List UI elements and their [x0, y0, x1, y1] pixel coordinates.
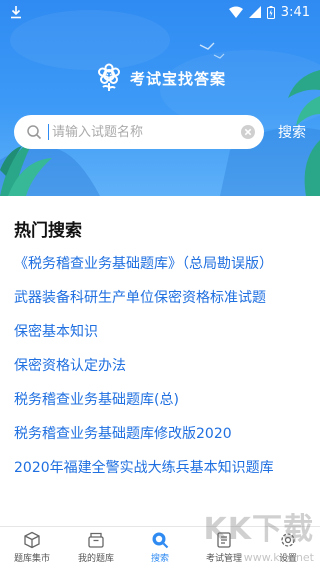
battery-icon	[266, 5, 275, 19]
text-cursor	[48, 124, 49, 140]
nav-label: 考试管理	[205, 554, 242, 564]
search-row: 搜索	[14, 114, 314, 150]
hot-search-list: 《税务稽查业务基础题库》（总局勘误版） 武器装备科研生产单位保密资格标准试题 保…	[14, 254, 308, 492]
search-icon	[152, 532, 169, 549]
header-banner: 3:41 考试宝找答案 请输入试题名称 搜索	[0, 0, 320, 196]
hot-search-item[interactable]: 保密基本知识	[14, 322, 308, 343]
signal-icon	[248, 6, 261, 18]
search-button[interactable]: 搜索	[278, 122, 306, 142]
status-time: 3:41	[280, 4, 310, 20]
hot-search-section: 热门搜索 《税务稽查业务基础题库》（总局勘误版） 武器装备科研生产单位保密资格标…	[0, 196, 320, 526]
nav-item-settings[interactable]: 设置	[256, 527, 320, 568]
app-title: 考试宝找答案	[129, 69, 226, 88]
nav-item-my-bank[interactable]: 我的题库	[64, 527, 128, 568]
header-decoration	[0, 10, 320, 196]
search-box[interactable]	[14, 115, 264, 149]
settings-icon	[281, 533, 295, 547]
hot-search-item[interactable]: 税务稽查业务基础题库修改版2020	[14, 424, 308, 445]
hot-search-item[interactable]: 保密资格认定办法	[14, 356, 308, 377]
nav-item-exam[interactable]: 考试管理	[192, 527, 256, 568]
exam-icon	[217, 532, 231, 548]
download-icon	[11, 6, 21, 19]
nav-label: 设置	[278, 554, 297, 564]
nav-item-search[interactable]: 搜索	[128, 527, 192, 568]
nav-label: 题库集市	[13, 554, 50, 564]
clear-icon[interactable]	[240, 124, 256, 140]
nav-item-market[interactable]: 题库集市	[0, 527, 64, 568]
search-input[interactable]	[52, 120, 240, 144]
hot-search-item[interactable]: 税务稽查业务基础题库(总)	[14, 390, 308, 411]
app-brand: 考试宝找答案	[0, 58, 320, 98]
bottom-nav: 题库集市 我的题库 搜索 考试管理 设置	[0, 526, 320, 568]
cube-icon	[24, 531, 40, 549]
flower-logo-icon	[97, 63, 120, 91]
status-bar: 3:41	[0, 0, 320, 24]
hot-search-item[interactable]: 2020年福建全警实战大练兵基本知识题库	[14, 458, 308, 479]
search-icon	[27, 125, 42, 140]
wifi-icon	[228, 6, 243, 18]
section-title: 热门搜索	[14, 221, 82, 241]
nav-label: 搜索	[150, 554, 169, 564]
box-icon	[88, 532, 104, 548]
hot-search-item[interactable]: 武器装备科研生产单位保密资格标准试题	[14, 288, 308, 309]
hot-search-item[interactable]: 《税务稽查业务基础题库》（总局勘误版）	[14, 254, 308, 275]
nav-label: 我的题库	[77, 554, 114, 564]
